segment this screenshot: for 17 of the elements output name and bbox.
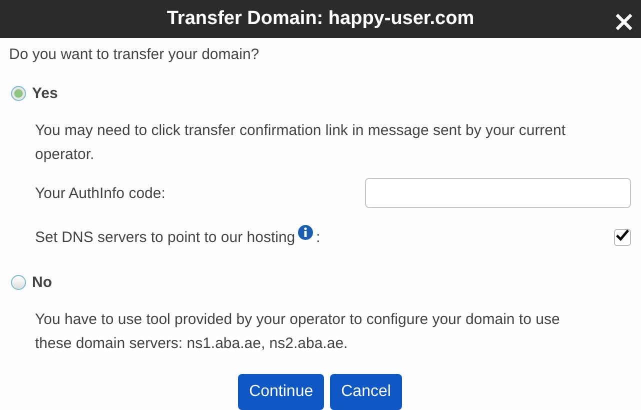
- radio-button[interactable]: [11, 275, 26, 290]
- info-icon[interactable]: [298, 224, 314, 240]
- checkbox[interactable]: [614, 228, 631, 246]
- window-title: Transfer Domain: happy-user.com: [166, 8, 474, 30]
- radio-button[interactable]: [11, 86, 26, 101]
- option-label: Yes: [32, 85, 58, 102]
- option-description: You have to use tool provided by your operator to configure your domain to use these domain servers: ns1.aba.ae, ns2.aba.ae.: [35, 310, 561, 354]
- field-label: Your AuthInfo code:: [35, 184, 166, 202]
- close-button[interactable]: [613, 11, 635, 33]
- text-field[interactable]: [365, 178, 631, 208]
- field-label: Set DNS servers to point to our hosting: [35, 228, 296, 246]
- option-label: No: [32, 274, 52, 291]
- dialog-button[interactable]: Continue: [238, 374, 324, 410]
- label-colon: :: [316, 228, 320, 246]
- question-text: Do you want to transfer your domain?: [9, 46, 260, 64]
- dialog-button[interactable]: Cancel: [330, 374, 402, 410]
- option-description: You may need to click transfer confirmation link in message sent by your current operator.: [35, 121, 567, 165]
